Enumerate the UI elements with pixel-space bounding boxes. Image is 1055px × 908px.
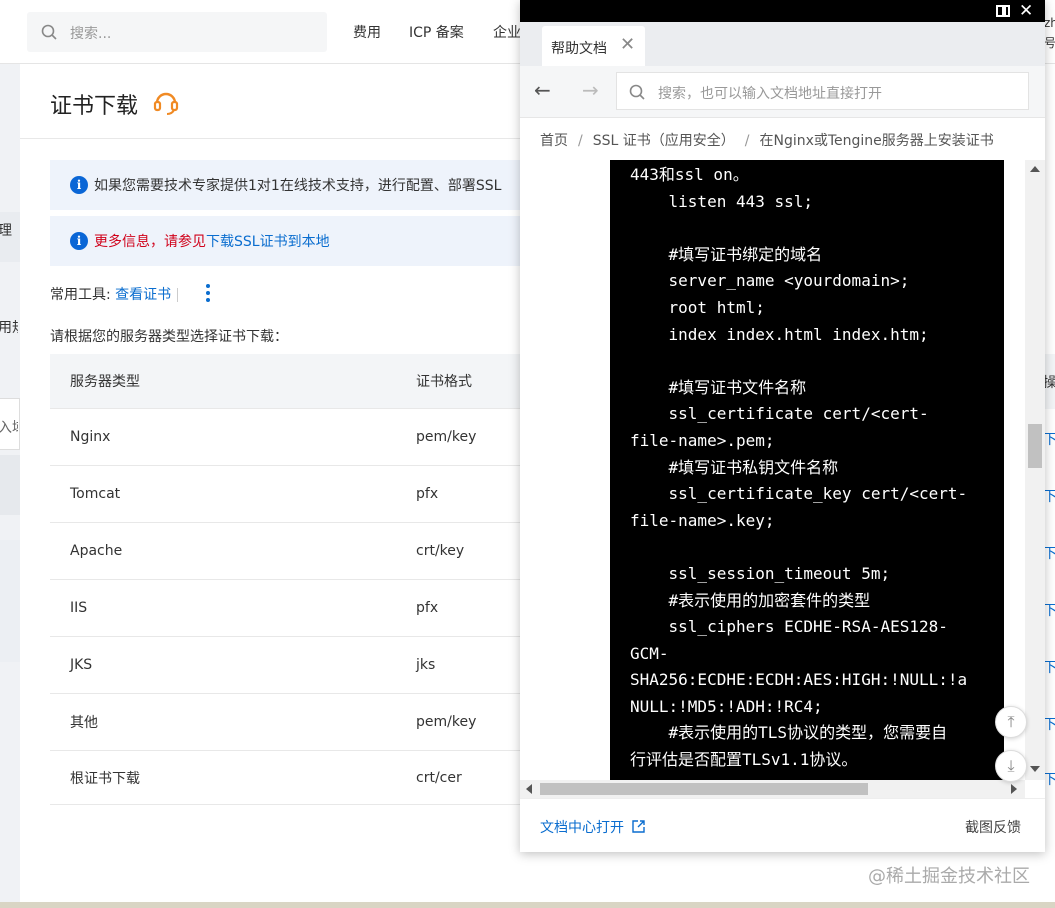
server-type-description: 请根据您的服务器类型选择证书下载： [50,329,288,345]
download-local-link[interactable]: 下载SSL证书到本地 [206,234,330,250]
left-frag-3: 入域 [0,420,18,436]
nav-icp[interactable]: ICP 备案 [409,22,464,42]
tab-label: 帮助文档 [551,41,607,57]
close-panel-icon[interactable]: ✕ [1019,0,1033,22]
breadcrumb-current: 在Nginx或Tengine服务器上安装证书 [759,133,994,149]
table-row: Apache crt/key [50,523,520,580]
cert-format-cell: crt/cer [416,769,462,786]
table-header: 服务器类型 证书格式 [50,354,520,409]
server-type-cell: 根证书下载 [70,770,140,787]
scroll-down-icon[interactable] [1030,766,1040,772]
nav-enterprise[interactable]: 企业 [493,22,521,42]
table-row: Nginx pem/key [50,409,520,466]
vertical-scroll-thumb[interactable] [1028,424,1042,468]
cert-format-cell: pem/key [416,714,477,730]
tools-label: 常用工具: [50,287,111,303]
server-type-cell: Nginx [70,429,111,445]
breadcrumb-ssl[interactable]: SSL 证书（应用安全） [593,133,735,149]
cert-format-cell: pfx [416,600,439,616]
open-in-doc-center-link[interactable]: 文档中心打开 [540,817,646,837]
server-type-cell: JKS [70,657,93,673]
server-type-cell: Tomcat [70,486,121,502]
column-header-server-type: 服务器类型 [70,374,140,390]
panel-nav-bar: ← → 搜索，也可以输入文档地址直接打开 [520,66,1045,118]
panel-title-bar: ✕ [520,0,1045,22]
vertical-scrollbar[interactable] [1025,160,1045,780]
open-in-doc-center-label: 文档中心打开 [540,820,624,836]
back-to-top-button[interactable]: ⤒ [995,706,1027,738]
info-banner-text: 如果您需要技术专家提供1对1在线技术支持，进行配置、部署SSL [94,178,502,194]
panel-footer: 文档中心打开 截图反馈 [520,798,1045,852]
info-icon: i [70,232,88,250]
left-row-bg-2 [0,455,20,515]
code-text: 443和ssl on。 listen 443 ssl; #填写证书绑定的域名 s… [630,165,968,780]
address-placeholder: 搜索，也可以输入文档地址直接打开 [658,86,882,102]
more-vertical-icon[interactable] [206,284,210,304]
doc-address-input[interactable]: 搜索，也可以输入文档地址直接打开 [616,72,1029,110]
info-banner-support: i 如果您需要技术专家提供1对1在线技术支持，进行配置、部署SSL [50,160,520,210]
info-banner-more-text: 更多信息，请参见下载SSL证书到本地 [94,231,330,251]
restore-window-icon[interactable] [996,5,1010,17]
watermark: @稀土掘金技术社区 [868,866,1030,887]
external-link-icon [632,820,646,833]
horizontal-scrollbar[interactable] [520,780,1025,798]
left-frag-1: 理 [0,223,12,239]
taskbar-edge [0,902,1055,908]
account-fragment-2: 号 [1044,36,1055,50]
server-type-cell: Apache [70,543,123,559]
breadcrumb: 首页 / SSL 证书（应用安全） / 在Nginx或Tengine服务器上安装证书 [540,130,994,150]
title-divider [20,138,520,139]
column-header-cert-format: 证书格式 [416,374,472,390]
page-title: 证书下载 [50,94,139,119]
nginx-config-code-block: 443和ssl on。 listen 443 ssl; #填写证书绑定的域名 s… [610,160,1004,780]
account-fragment[interactable]: zh [1044,16,1055,30]
help-docs-panel: ✕ 帮助文档 ✕ ← → 搜索，也可以输入文档地址直接打开 首页 / SSL 证书（… [520,0,1045,852]
headset-support-icon[interactable] [152,88,180,116]
server-type-cell: IIS [70,600,88,616]
info-icon: i [70,176,88,194]
server-type-cell: 其他 [70,715,98,731]
table-row: IIS pfx [50,580,520,637]
cert-format-cell: pem/key [416,429,477,445]
screenshot-feedback-button[interactable]: 截图反馈 [965,817,1021,837]
breadcrumb-home[interactable]: 首页 [540,133,568,149]
table-row: JKS jks [50,637,520,694]
main-content: 证书下载 i 如果您需要技术专家提供1对1在线技术支持，进行配置、部署SSL i… [20,64,520,902]
info-banner-more: i 更多信息，请参见下载SSL证书到本地 [50,216,520,266]
search-placeholder: 搜索... [70,26,112,42]
global-search[interactable]: 搜索... [27,12,327,52]
back-arrow-icon[interactable]: ← [534,78,551,102]
left-row-bg-3 [0,540,20,662]
table-row: 其他 pem/key [50,694,520,751]
table-row: Tomcat pfx [50,466,520,523]
cert-format-cell: jks [416,657,436,673]
nav-fees[interactable]: 费用 [353,22,381,42]
certificate-download-table: 服务器类型 证书格式 Nginx pem/key Tomcat pfx Apac… [50,354,520,805]
panel-tab-strip: 帮助文档 ✕ [520,22,1045,66]
search-icon [629,84,645,100]
table-row: 根证书下载 crt/cer [50,751,520,805]
cert-format-cell: pfx [416,486,439,502]
horizontal-scroll-thumb[interactable] [540,783,868,795]
cert-format-cell: crt/key [416,543,465,559]
scroll-left-icon[interactable] [526,784,532,794]
tools-divider [177,288,179,302]
scroll-to-bottom-button[interactable]: ⤓ [995,750,1027,782]
common-tools: 常用工具: 查看证书 [50,284,188,304]
breadcrumb-separator: / [578,133,583,149]
tab-help-docs[interactable]: 帮助文档 ✕ [542,26,645,66]
left-frag-2: 用规 [0,320,18,336]
scroll-up-icon[interactable] [1030,166,1040,172]
breadcrumb-separator: / [744,133,750,149]
more-info-label: 更多信息，请参见 [94,234,206,250]
scroll-right-icon[interactable] [1011,784,1017,794]
forward-arrow-icon[interactable]: → [582,78,599,102]
view-certificate-link[interactable]: 查看证书 [115,287,171,303]
close-tab-icon[interactable]: ✕ [620,34,635,55]
search-icon [41,24,57,40]
